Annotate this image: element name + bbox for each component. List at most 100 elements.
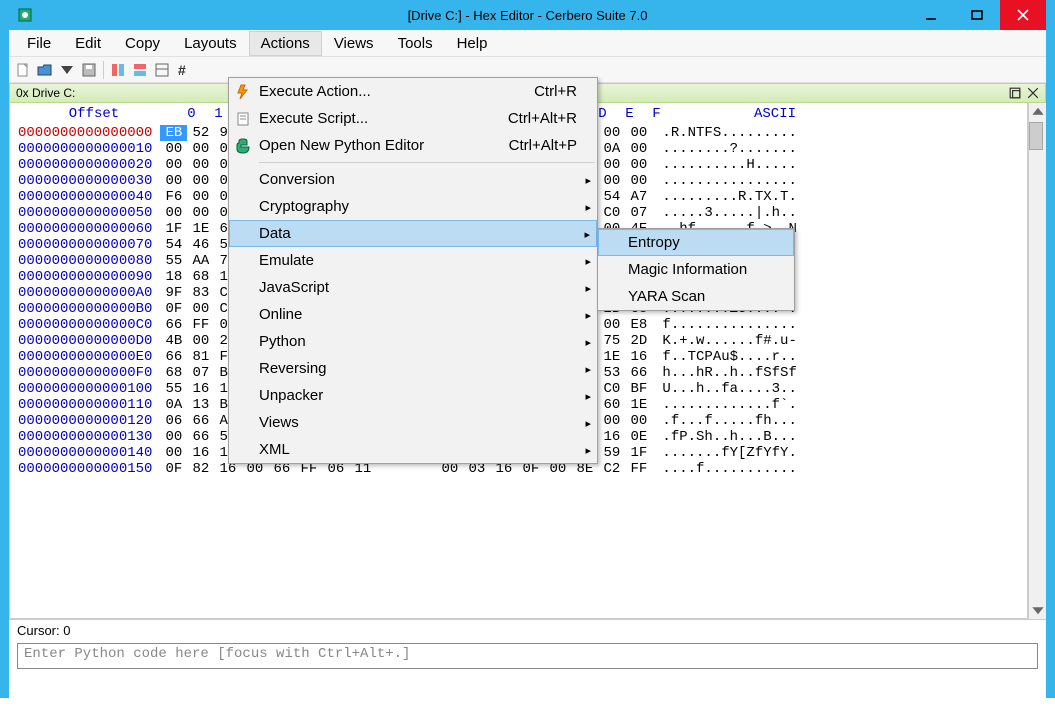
byte-cell[interactable]: 66 bbox=[160, 317, 187, 333]
layout-3-button[interactable] bbox=[152, 60, 172, 80]
ascii-cell[interactable]: .............f`. bbox=[662, 397, 796, 413]
menu-item-python[interactable]: Python bbox=[229, 328, 597, 355]
menu-item-execute-action-[interactable]: Execute Action...Ctrl+R bbox=[229, 78, 597, 105]
python-input[interactable]: Enter Python code here [focus with Ctrl+… bbox=[17, 643, 1038, 669]
offset-cell[interactable]: 0000000000000100 bbox=[10, 381, 160, 397]
menu-copy[interactable]: Copy bbox=[113, 31, 172, 56]
byte-cell[interactable]: 00 bbox=[187, 205, 214, 221]
ascii-cell[interactable]: .f...f.....fh... bbox=[662, 413, 796, 429]
offset-cell[interactable]: 0000000000000140 bbox=[10, 445, 160, 461]
offset-cell[interactable]: 00000000000000C0 bbox=[10, 317, 160, 333]
byte-cell[interactable]: 00 bbox=[187, 189, 214, 205]
byte-cell[interactable]: AA bbox=[187, 253, 214, 269]
byte-cell[interactable]: 55 bbox=[160, 381, 187, 397]
byte-cell[interactable]: 1E bbox=[187, 221, 214, 237]
byte-cell[interactable]: 82 bbox=[187, 461, 214, 477]
byte-cell[interactable]: 68 bbox=[187, 269, 214, 285]
byte-cell[interactable]: 60 bbox=[598, 397, 625, 413]
byte-cell[interactable]: 66 bbox=[625, 365, 652, 381]
byte-cell[interactable]: EB bbox=[160, 125, 187, 141]
byte-cell[interactable]: 2D bbox=[625, 333, 652, 349]
byte-cell[interactable]: 0A bbox=[598, 141, 625, 157]
offset-cell[interactable]: 0000000000000070 bbox=[10, 237, 160, 253]
byte-cell[interactable]: 00 bbox=[598, 317, 625, 333]
byte-cell[interactable]: C0 bbox=[598, 205, 625, 221]
save-button[interactable] bbox=[79, 60, 99, 80]
byte-cell[interactable]: C2 bbox=[598, 461, 625, 477]
minimize-button[interactable] bbox=[908, 0, 954, 30]
byte-cell[interactable]: 1E bbox=[625, 397, 652, 413]
offset-cell[interactable]: 0000000000000120 bbox=[10, 413, 160, 429]
byte-cell[interactable]: 00 bbox=[160, 157, 187, 173]
menu-item-javascript[interactable]: JavaScript bbox=[229, 274, 597, 301]
byte-cell[interactable]: 07 bbox=[187, 365, 214, 381]
byte-cell[interactable]: 00 bbox=[160, 205, 187, 221]
ascii-cell[interactable]: K.+.w......f#.u- bbox=[662, 333, 796, 349]
byte-cell[interactable]: 00 bbox=[625, 141, 652, 157]
byte-cell[interactable]: 18 bbox=[160, 269, 187, 285]
menu-item-data[interactable]: Data bbox=[229, 220, 597, 247]
byte-cell[interactable]: 66 bbox=[160, 349, 187, 365]
byte-cell[interactable]: 0F bbox=[160, 301, 187, 317]
offset-cell[interactable]: 0000000000000150 bbox=[10, 461, 160, 477]
byte-cell[interactable]: 0E bbox=[625, 429, 652, 445]
ascii-cell[interactable]: U...h..fa....3.. bbox=[662, 381, 796, 397]
menu-item-online[interactable]: Online bbox=[229, 301, 597, 328]
byte-cell[interactable]: 1F bbox=[625, 445, 652, 461]
offset-cell[interactable]: 0000000000000040 bbox=[10, 189, 160, 205]
byte-cell[interactable]: 68 bbox=[160, 365, 187, 381]
menu-item-reversing[interactable]: Reversing bbox=[229, 355, 597, 382]
ascii-cell[interactable]: h...hR..h..fSfSf bbox=[662, 365, 796, 381]
byte-cell[interactable]: 4B bbox=[160, 333, 187, 349]
byte-cell[interactable]: BF bbox=[625, 381, 652, 397]
ascii-cell[interactable]: f............... bbox=[662, 317, 796, 333]
close-button[interactable] bbox=[1000, 0, 1046, 30]
offset-cell[interactable]: 00000000000000E0 bbox=[10, 349, 160, 365]
byte-cell[interactable]: 1F bbox=[160, 221, 187, 237]
submenu-item-entropy[interactable]: Entropy bbox=[598, 229, 794, 256]
byte-cell[interactable]: 9F bbox=[160, 285, 187, 301]
ascii-cell[interactable]: .........R.TX.T. bbox=[662, 189, 796, 205]
maximize-button[interactable] bbox=[954, 0, 1000, 30]
menu-file[interactable]: File bbox=[15, 31, 63, 56]
ascii-cell[interactable]: .fP.Sh..h...B... bbox=[662, 429, 796, 445]
byte-cell[interactable]: 53 bbox=[598, 365, 625, 381]
byte-cell[interactable]: FF bbox=[625, 461, 652, 477]
ascii-cell[interactable]: .R.NTFS......... bbox=[662, 125, 796, 141]
menu-item-xml[interactable]: XML bbox=[229, 436, 597, 463]
byte-cell[interactable]: 0A bbox=[160, 397, 187, 413]
scroll-up-button[interactable] bbox=[1031, 105, 1045, 119]
byte-cell[interactable]: 0F bbox=[160, 461, 187, 477]
menu-tools[interactable]: Tools bbox=[386, 31, 445, 56]
offset-cell[interactable]: 0000000000000050 bbox=[10, 205, 160, 221]
byte-cell[interactable]: 16 bbox=[625, 349, 652, 365]
byte-cell[interactable]: 16 bbox=[187, 381, 214, 397]
offset-cell[interactable]: 00000000000000A0 bbox=[10, 285, 160, 301]
byte-cell[interactable]: 66 bbox=[187, 429, 214, 445]
byte-cell[interactable]: 00 bbox=[160, 429, 187, 445]
ascii-cell[interactable]: ..........H..... bbox=[662, 157, 796, 173]
byte-cell[interactable]: 54 bbox=[160, 237, 187, 253]
byte-cell[interactable]: F6 bbox=[160, 189, 187, 205]
vertical-scrollbar[interactable] bbox=[1028, 103, 1046, 619]
offset-cell[interactable]: 0000000000000110 bbox=[10, 397, 160, 413]
offset-cell[interactable]: 0000000000000090 bbox=[10, 269, 160, 285]
byte-cell[interactable]: 00 bbox=[187, 157, 214, 173]
byte-cell[interactable]: FF bbox=[187, 317, 214, 333]
byte-cell[interactable]: 75 bbox=[598, 333, 625, 349]
offset-cell[interactable]: 0000000000000030 bbox=[10, 173, 160, 189]
byte-cell[interactable]: 07 bbox=[625, 205, 652, 221]
offset-cell[interactable]: 0000000000000080 bbox=[10, 253, 160, 269]
ascii-cell[interactable]: f..TCPAu$....r.. bbox=[662, 349, 796, 365]
ascii-cell[interactable]: .....3.....|.h.. bbox=[662, 205, 796, 221]
dropdown-button[interactable] bbox=[57, 60, 77, 80]
byte-cell[interactable]: 00 bbox=[160, 141, 187, 157]
offset-cell[interactable]: 00000000000000B0 bbox=[10, 301, 160, 317]
menu-item-cryptography[interactable]: Cryptography bbox=[229, 193, 597, 220]
layout-2-button[interactable] bbox=[130, 60, 150, 80]
byte-cell[interactable]: 00 bbox=[187, 301, 214, 317]
byte-cell[interactable]: 00 bbox=[625, 157, 652, 173]
byte-cell[interactable]: 55 bbox=[160, 253, 187, 269]
byte-cell[interactable]: 00 bbox=[187, 141, 214, 157]
ascii-cell[interactable]: ................ bbox=[662, 173, 796, 189]
